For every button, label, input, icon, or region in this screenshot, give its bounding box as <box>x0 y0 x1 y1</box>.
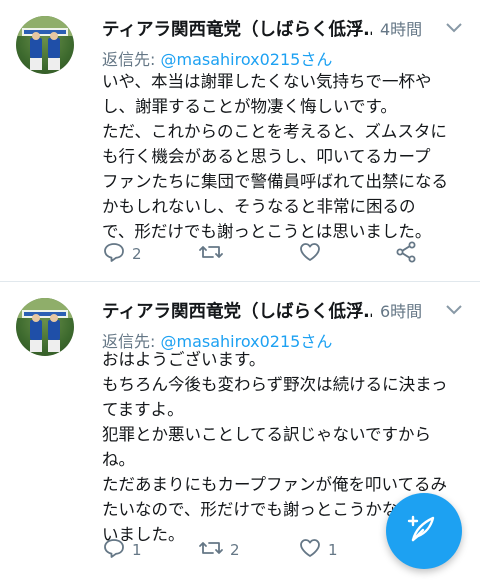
compose-tweet-button[interactable] <box>386 493 462 569</box>
tweet-text-line: もちろん今後も変わらず野次は続けるに決まっ <box>102 375 448 394</box>
reply-count: 1 <box>132 541 142 559</box>
tweet-text-line: し、謝罪することが物凄く悔しいです。 <box>102 97 397 116</box>
retweet-icon <box>198 240 224 268</box>
avatar[interactable] <box>16 298 74 356</box>
tweet-text: いや、本当は謝罪したくない気持ちで一杯や し、謝罪することが物凄く悔しいです。 … <box>102 69 470 244</box>
retweet-count: 2 <box>230 541 240 559</box>
tweet[interactable]: ティアラ関西竜党（しばらく低浮… 4時間 返信先: @masahirox0215… <box>0 0 480 282</box>
tweet-text-line: おはようございます。 <box>102 350 266 369</box>
like-count: 1 <box>328 541 338 559</box>
timestamp[interactable]: 4時間 <box>380 16 422 40</box>
tweet-text-line: かもしれないし、そうなると非常に困るの <box>102 197 416 216</box>
tweet-text-line: ね。 <box>102 450 135 469</box>
retweet-button[interactable] <box>198 241 230 267</box>
tweet-text-line: ただ、これからのことを考えると、ズムスタに <box>102 122 447 141</box>
reply-icon <box>102 240 126 268</box>
tweet-text-line: 犯罪とか悪いことしてる訳じゃないですから <box>102 425 432 444</box>
like-button[interactable]: 1 <box>298 537 338 563</box>
reply-prefix: 返信先: <box>102 50 161 69</box>
tweet-text-line: いや、本当は謝罪したくない気持ちで一杯や <box>102 72 432 91</box>
author-name[interactable]: ティアラ関西竜党（しばらく低浮… <box>102 16 372 41</box>
reply-context: 返信先: @masahirox0215さん <box>102 46 332 70</box>
author-name[interactable]: ティアラ関西竜党（しばらく低浮… <box>102 298 372 323</box>
chevron-down-icon[interactable] <box>442 298 466 322</box>
chevron-down-icon[interactable] <box>442 16 466 40</box>
reply-icon <box>102 536 126 564</box>
heart-icon <box>298 536 322 564</box>
avatar[interactable] <box>16 16 74 74</box>
reply-handle-link[interactable]: @masahirox0215さん <box>160 50 332 69</box>
reply-button[interactable]: 2 <box>102 241 142 267</box>
heart-icon <box>298 240 322 268</box>
share-icon <box>394 240 418 268</box>
tweet-text-line: も行く機会があると思うし、叩いてるカープ <box>102 147 431 166</box>
reply-count: 2 <box>132 245 142 263</box>
timestamp[interactable]: 6時間 <box>380 298 422 322</box>
reply-button[interactable]: 1 <box>102 537 142 563</box>
tweet-actions: 1 2 1 <box>102 537 432 563</box>
tweet-actions: 2 <box>102 241 432 267</box>
tweet-text-line: ファンたちに集団で警備員呼ばれて出禁になる <box>102 172 449 191</box>
retweet-icon <box>198 536 224 564</box>
compose-tweet-icon <box>406 511 442 551</box>
like-button[interactable] <box>298 241 328 267</box>
retweet-button[interactable]: 2 <box>198 537 240 563</box>
share-button[interactable] <box>394 241 418 267</box>
tweet-text-line: てますよ。 <box>102 400 184 419</box>
